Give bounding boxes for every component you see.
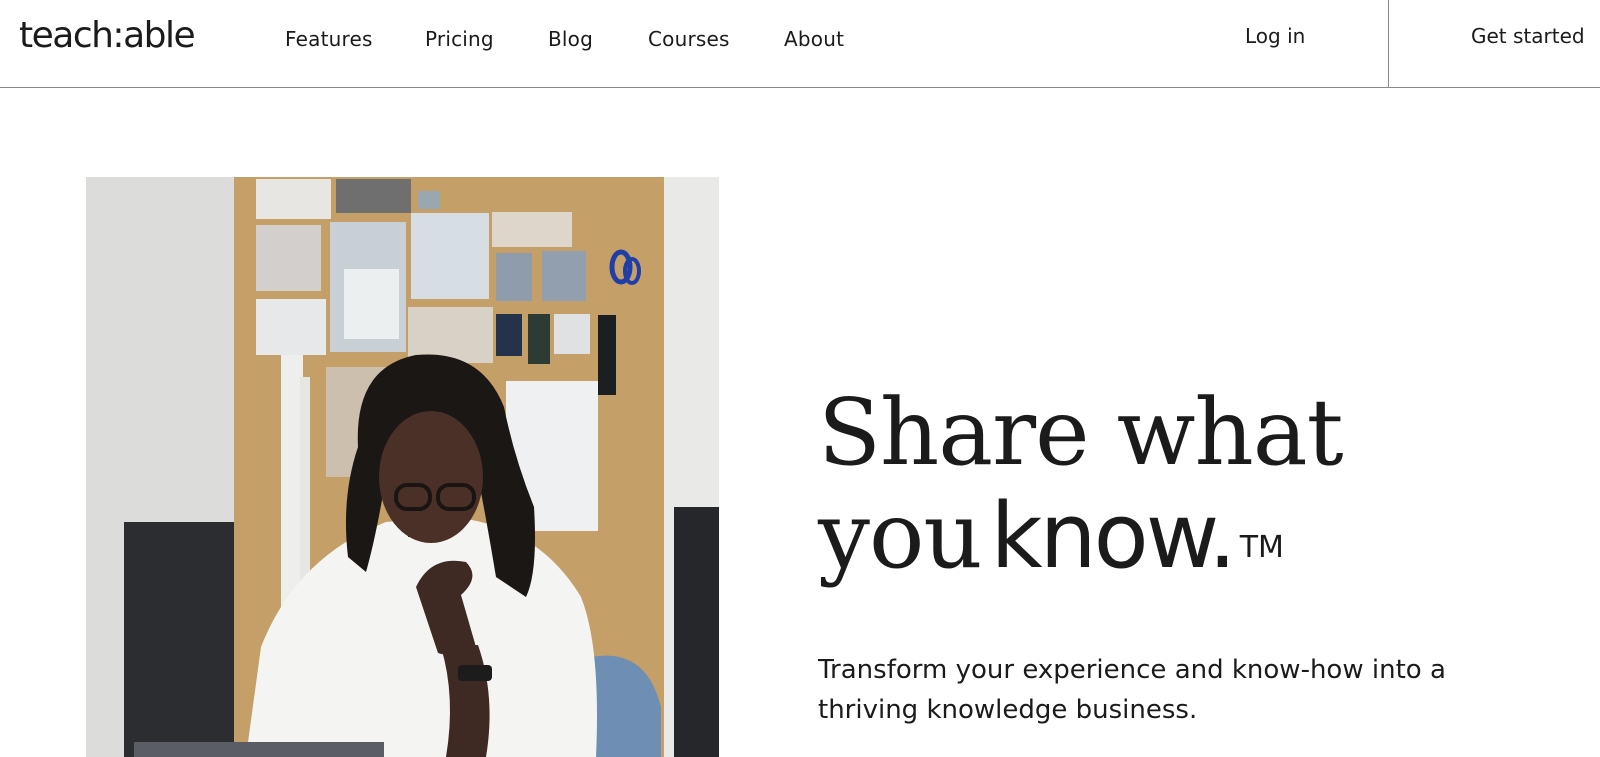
get-started-button[interactable]: Get started xyxy=(1471,24,1585,48)
nav-features[interactable]: Features xyxy=(285,27,373,51)
hero-photo xyxy=(86,177,719,757)
header-divider xyxy=(1388,0,1389,88)
hero-title-know: know. xyxy=(990,484,1237,589)
hero-title-line2: you know. TM xyxy=(818,481,1343,611)
trademark-symbol: TM xyxy=(1239,530,1284,565)
hero-title: Share what you know. TM xyxy=(818,379,1344,611)
hero-photo-illustration xyxy=(86,177,719,757)
hero-subtitle: Transform your experience and know-how i… xyxy=(818,655,1446,725)
hero-title-you: you xyxy=(818,482,983,589)
nav-pricing[interactable]: Pricing xyxy=(425,27,494,51)
nav-courses[interactable]: Courses xyxy=(648,27,730,51)
login-link[interactable]: Log in xyxy=(1245,24,1305,48)
nav-about[interactable]: About xyxy=(784,27,844,51)
hero-title-line1: Share what xyxy=(818,379,1344,486)
nav-blog[interactable]: Blog xyxy=(548,27,593,51)
site-header: teach:able Features Pricing Blog Courses… xyxy=(0,0,1600,88)
teachable-logo[interactable]: teach:able xyxy=(19,14,196,58)
